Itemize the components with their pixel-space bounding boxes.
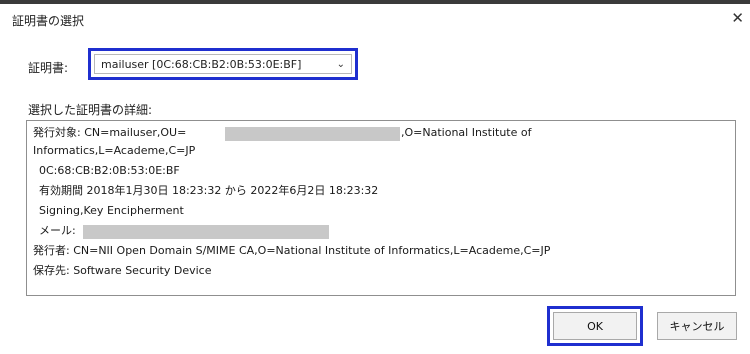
redacted-ou-block (225, 127, 400, 141)
ok-button-highlight: OK (547, 306, 643, 346)
validity-period: 有効期間 2018年1月30日 18:23:32 から 2022年6月2日 18… (39, 184, 379, 197)
issued-to-line-1: 発行対象: CN=mailuser,OU= (33, 125, 186, 141)
certificate-select[interactable]: mailuser [0C:68:CB:B2:0B:53:0E:BF] ⌄ (94, 54, 352, 74)
certificate-details-box[interactable]: 発行対象: CN=mailuser,OU= ,O=National Instit… (26, 120, 736, 296)
certificate-label: 証明書: (28, 61, 69, 75)
issued-to-suffix: ,O=National Institute of (401, 126, 532, 139)
mail-label: メール: (39, 224, 76, 237)
cancel-button[interactable]: キャンセル (657, 312, 737, 340)
issued-to-prefix: 発行対象: CN=mailuser,OU= (33, 126, 187, 139)
details-label: 選択した証明書の詳細: (28, 103, 153, 117)
certificate-select-value: mailuser [0C:68:CB:B2:0B:53:0E:BF] (101, 57, 302, 71)
close-icon[interactable]: ✕ (731, 10, 744, 26)
certificate-selection-dialog: 証明書の選択 ✕ 証明書: mailuser [0C:68:CB:B2:0B:5… (6, 4, 750, 354)
issued-to-line-2: Informatics,L=Academe,C=JP (33, 144, 196, 157)
serial-number: 0C:68:CB:B2:0B:53:0E:BF (39, 164, 180, 177)
storage-location: 保存先: Software Security Device (33, 264, 212, 277)
certificate-select-highlight: mailuser [0C:68:CB:B2:0B:53:0E:BF] ⌄ (88, 48, 358, 80)
key-usage: Signing,Key Encipherment (39, 204, 184, 217)
issuer: 発行者: CN=NII Open Domain S/MIME CA,O=Nati… (33, 244, 551, 257)
dialog-title: 証明書の選択 (12, 14, 85, 28)
chevron-down-icon: ⌄ (336, 58, 345, 70)
redacted-mail-block (83, 225, 329, 239)
ok-button[interactable]: OK (553, 312, 637, 340)
